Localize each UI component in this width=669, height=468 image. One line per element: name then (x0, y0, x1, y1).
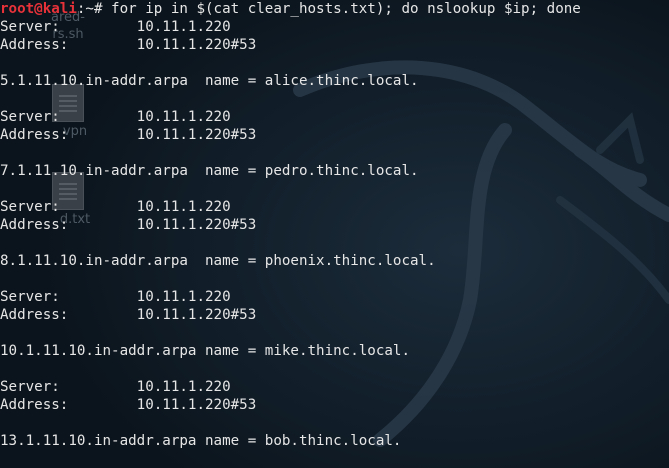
command-text: for ip in $(cat clear_hosts.txt); do nsl… (111, 1, 581, 17)
output-line: 8.1.11.10.in-addr.arpa name = phoenix.th… (0, 253, 436, 269)
output-line: Server: 10.11.1.220 (0, 109, 231, 125)
output-line: Server: 10.11.1.220 (0, 19, 231, 35)
output-line: Address: 10.11.1.220#53 (0, 397, 257, 413)
prompt-user: root@kali (0, 1, 77, 17)
output-line: 5.1.11.10.in-addr.arpa name = alice.thin… (0, 73, 419, 89)
output-line: Address: 10.11.1.220#53 (0, 217, 257, 233)
output-line: Server: 10.11.1.220 (0, 199, 231, 215)
output-block: Server: 10.11.1.220 Address: 10.11.1.220#… (0, 18, 669, 450)
output-line: Address: 10.11.1.220#53 (0, 37, 257, 53)
prompt-line: root@kali:~# for ip in $(cat clear_hosts… (0, 0, 669, 18)
terminal-output[interactable]: root@kali:~# for ip in $(cat clear_hosts… (0, 0, 669, 468)
output-line: Address: 10.11.1.220#53 (0, 307, 257, 323)
output-line: Server: 10.11.1.220 (0, 379, 231, 395)
output-line: 10.1.11.10.in-addr.arpa name = mike.thin… (0, 343, 410, 359)
output-line: Address: 10.11.1.220#53 (0, 127, 257, 143)
output-line: Server: 10.11.1.220 (0, 289, 231, 305)
prompt-path: :~# (76, 1, 112, 17)
output-line: 7.1.11.10.in-addr.arpa name = pedro.thin… (0, 163, 419, 179)
output-line: 13.1.11.10.in-addr.arpa name = bob.thinc… (0, 433, 402, 449)
